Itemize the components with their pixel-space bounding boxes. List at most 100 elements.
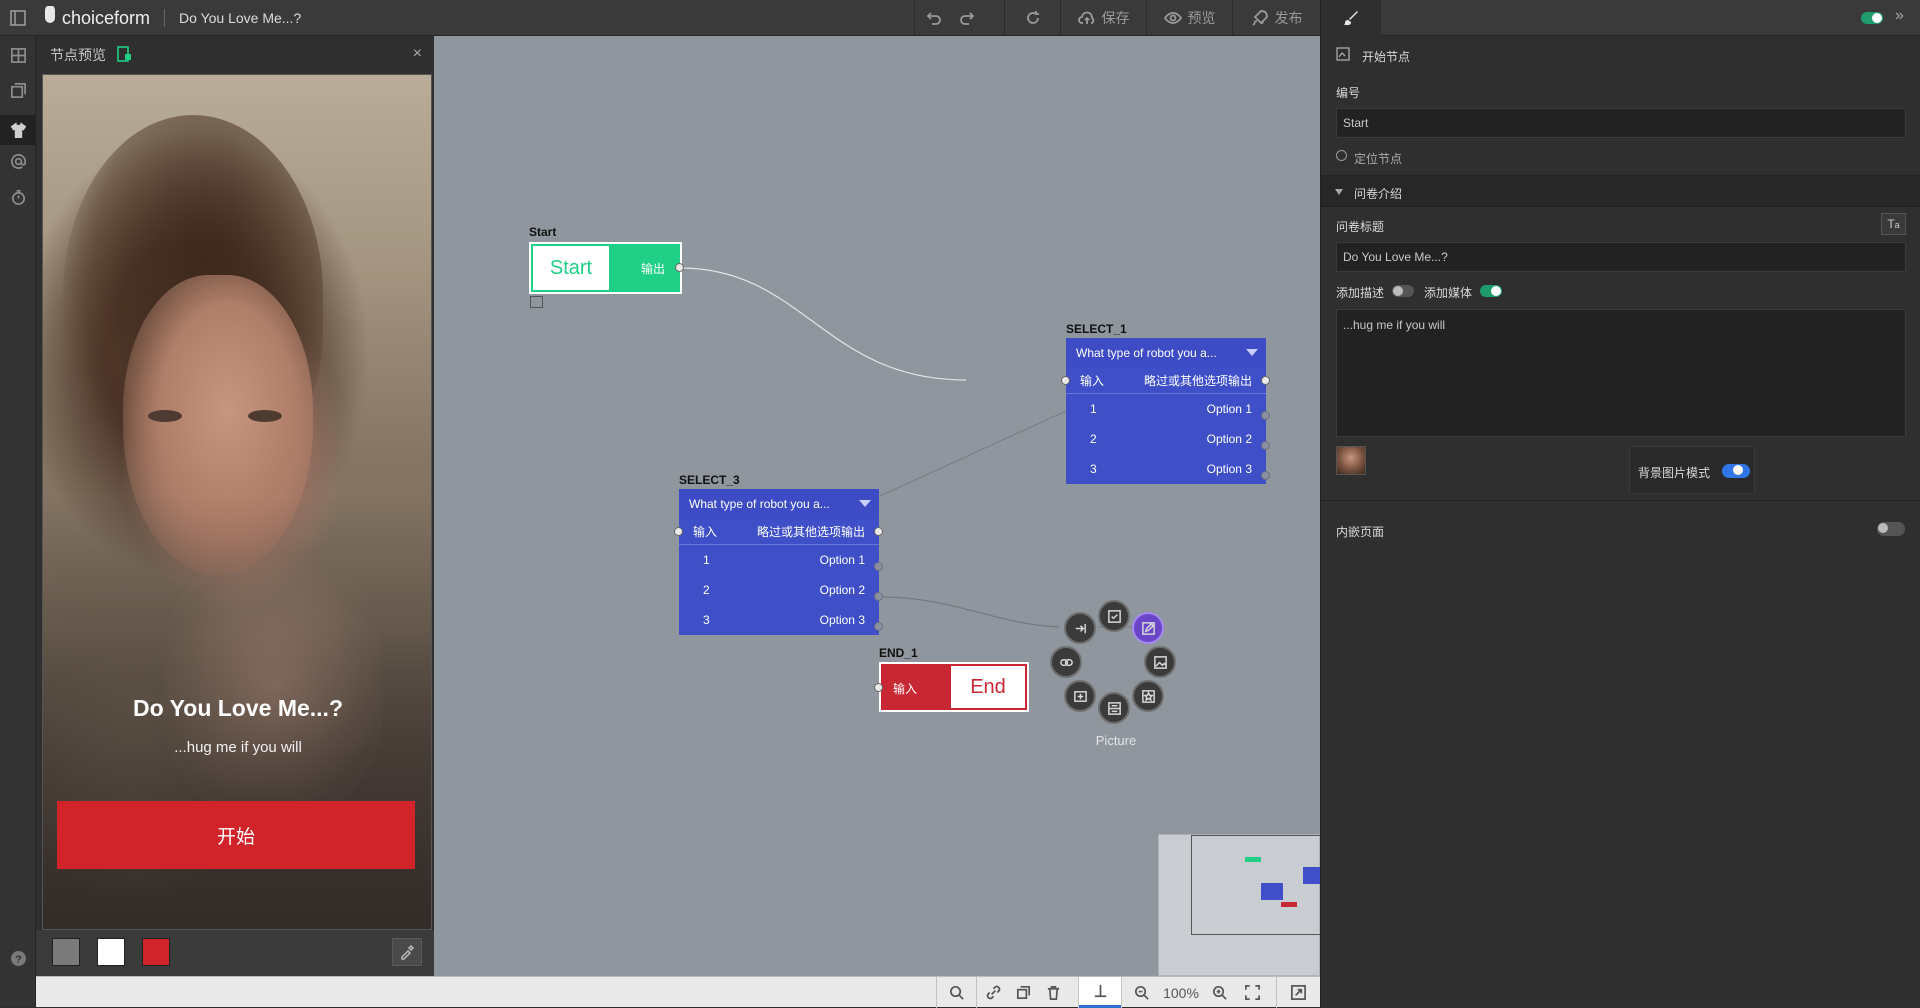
refresh-button[interactable] [1004, 0, 1060, 36]
flow-canvas[interactable]: Start Start 输出 SELECT_1 What type of rob… [434, 36, 1320, 976]
checkbox-node-button[interactable] [1098, 600, 1130, 632]
option-row: 2 Option 2 [679, 575, 879, 605]
section-divider [1321, 500, 1920, 501]
start-survey-button[interactable]: 开始 [57, 801, 415, 869]
start-node-icon [1336, 47, 1350, 66]
select-1-node[interactable]: What type of robot you a... 输入 略过或其他选项输出… [1066, 338, 1266, 484]
end-input-port[interactable] [874, 683, 883, 692]
option-number: 2 [1090, 432, 1097, 446]
top-toolbar: choiceform Do You Love Me...? 保存 预览 发布 [0, 0, 1320, 36]
survey-title-input[interactable]: Do You Love Me...? [1336, 242, 1906, 272]
eyedropper-button[interactable] [392, 938, 422, 966]
select-3-skip-port[interactable] [874, 527, 883, 536]
trash-icon [1047, 985, 1059, 1000]
preview-label: 预览 [1187, 10, 1216, 26]
undo-button[interactable] [914, 0, 950, 36]
panel-toggle[interactable] [1861, 12, 1883, 24]
image-icon[interactable] [530, 296, 543, 308]
expand-button[interactable] [1278, 977, 1318, 1008]
sidebar-toggle-icon[interactable] [0, 0, 36, 36]
save-button[interactable]: 保存 [1060, 0, 1146, 36]
color-swatch-gray[interactable] [52, 938, 80, 966]
minimap-end [1281, 902, 1297, 907]
option-number: 2 [703, 583, 710, 597]
collapse-panel-icon[interactable]: » [1895, 7, 1904, 25]
select-3-input-port[interactable] [674, 527, 683, 536]
chevron-down-icon[interactable] [859, 500, 871, 507]
add-description-toggle[interactable] [1392, 285, 1414, 297]
style-tab[interactable] [1321, 0, 1381, 36]
select-1-input-port[interactable] [1061, 376, 1070, 385]
rating-icon [1073, 690, 1087, 702]
select-3-option-port[interactable] [874, 592, 883, 601]
option-number: 3 [1090, 462, 1097, 476]
select-3-node[interactable]: What type of robot you a... 输入 略过或其他选项输出… [679, 489, 879, 635]
layout-node-button[interactable] [1098, 692, 1130, 724]
chevron-down-icon[interactable] [1246, 349, 1258, 356]
rocket-icon [1251, 10, 1268, 26]
left-rail: ? [0, 36, 36, 1007]
link-nodes-button[interactable] [978, 977, 1008, 1008]
layers-icon[interactable] [8, 80, 28, 100]
color-swatch-red[interactable] [142, 938, 170, 966]
text-edit-node-button[interactable] [1132, 612, 1164, 644]
select-3-option-port[interactable] [874, 562, 883, 571]
mobile-device-icon[interactable] [116, 45, 132, 65]
survey-title-preview: Do You Love Me...? [133, 695, 343, 721]
select-3-option-port[interactable] [874, 622, 883, 631]
zoom-out-button[interactable] [1126, 977, 1156, 1008]
start-node[interactable]: Start 输出 [529, 242, 682, 294]
media-thumbnail[interactable] [1336, 446, 1366, 475]
publish-button[interactable]: 发布 [1232, 0, 1320, 36]
star-node-button[interactable] [1132, 680, 1164, 712]
option-number: 1 [703, 553, 710, 567]
start-output-port[interactable] [675, 263, 684, 272]
rating-node-button[interactable] [1064, 680, 1096, 712]
fit-screen-button[interactable] [1234, 977, 1270, 1008]
select-3-label: SELECT_3 [679, 473, 740, 487]
id-input[interactable]: Start [1336, 108, 1906, 138]
end-node[interactable]: 输入 End [879, 662, 1029, 712]
zoom-in-button[interactable] [1204, 977, 1234, 1008]
text-format-button[interactable]: Ta [1881, 213, 1906, 235]
delete-button[interactable] [1038, 977, 1068, 1008]
option-number: 3 [703, 613, 710, 627]
locate-node-link[interactable]: 定位节点 [1354, 150, 1402, 167]
color-swatch-white[interactable] [97, 938, 125, 966]
link-node-button[interactable] [1050, 646, 1082, 678]
option-row: 1 Option 1 [1066, 394, 1266, 424]
redo-button[interactable] [950, 0, 986, 36]
duplicate-button[interactable] [1008, 977, 1038, 1008]
search-button[interactable] [936, 977, 976, 1008]
align-button[interactable] [1079, 977, 1121, 1008]
jump-icon [1075, 623, 1086, 633]
refresh-icon [1026, 11, 1039, 24]
embed-page-toggle[interactable] [1877, 522, 1905, 536]
survey-intro-section[interactable]: 问卷介绍 [1321, 175, 1920, 207]
select-1-option-port[interactable] [1261, 411, 1270, 420]
close-icon[interactable]: × [413, 46, 422, 62]
image-node-button[interactable] [1144, 646, 1176, 678]
minimap[interactable] [1158, 834, 1320, 976]
locate-icon[interactable] [1336, 150, 1347, 161]
shirt-icon[interactable] [0, 115, 36, 145]
timer-icon[interactable] [8, 187, 28, 207]
link-icon [986, 985, 1000, 1000]
select-1-question: What type of robot you a... [1076, 346, 1217, 360]
select-1-label: SELECT_1 [1066, 322, 1127, 336]
description-textarea[interactable]: ...hug me if you will [1336, 309, 1906, 437]
preview-button[interactable]: 预览 [1146, 0, 1232, 36]
add-media-toggle[interactable] [1480, 285, 1502, 297]
select-1-skip-port[interactable] [1261, 376, 1270, 385]
start-node-output: 输出 [641, 262, 666, 276]
select-1-option-port[interactable] [1261, 441, 1270, 450]
search-icon [949, 985, 964, 1000]
jump-node-button[interactable] [1064, 612, 1096, 644]
select-1-option-port[interactable] [1261, 471, 1270, 480]
grid-icon[interactable] [8, 45, 28, 65]
at-sign-icon[interactable] [8, 151, 28, 171]
select-3-skip-output-label: 略过或其他选项输出 [756, 525, 865, 539]
minimap-viewport[interactable] [1191, 835, 1320, 935]
bg-mode-toggle[interactable] [1722, 464, 1750, 478]
help-icon[interactable]: ? [8, 948, 28, 968]
